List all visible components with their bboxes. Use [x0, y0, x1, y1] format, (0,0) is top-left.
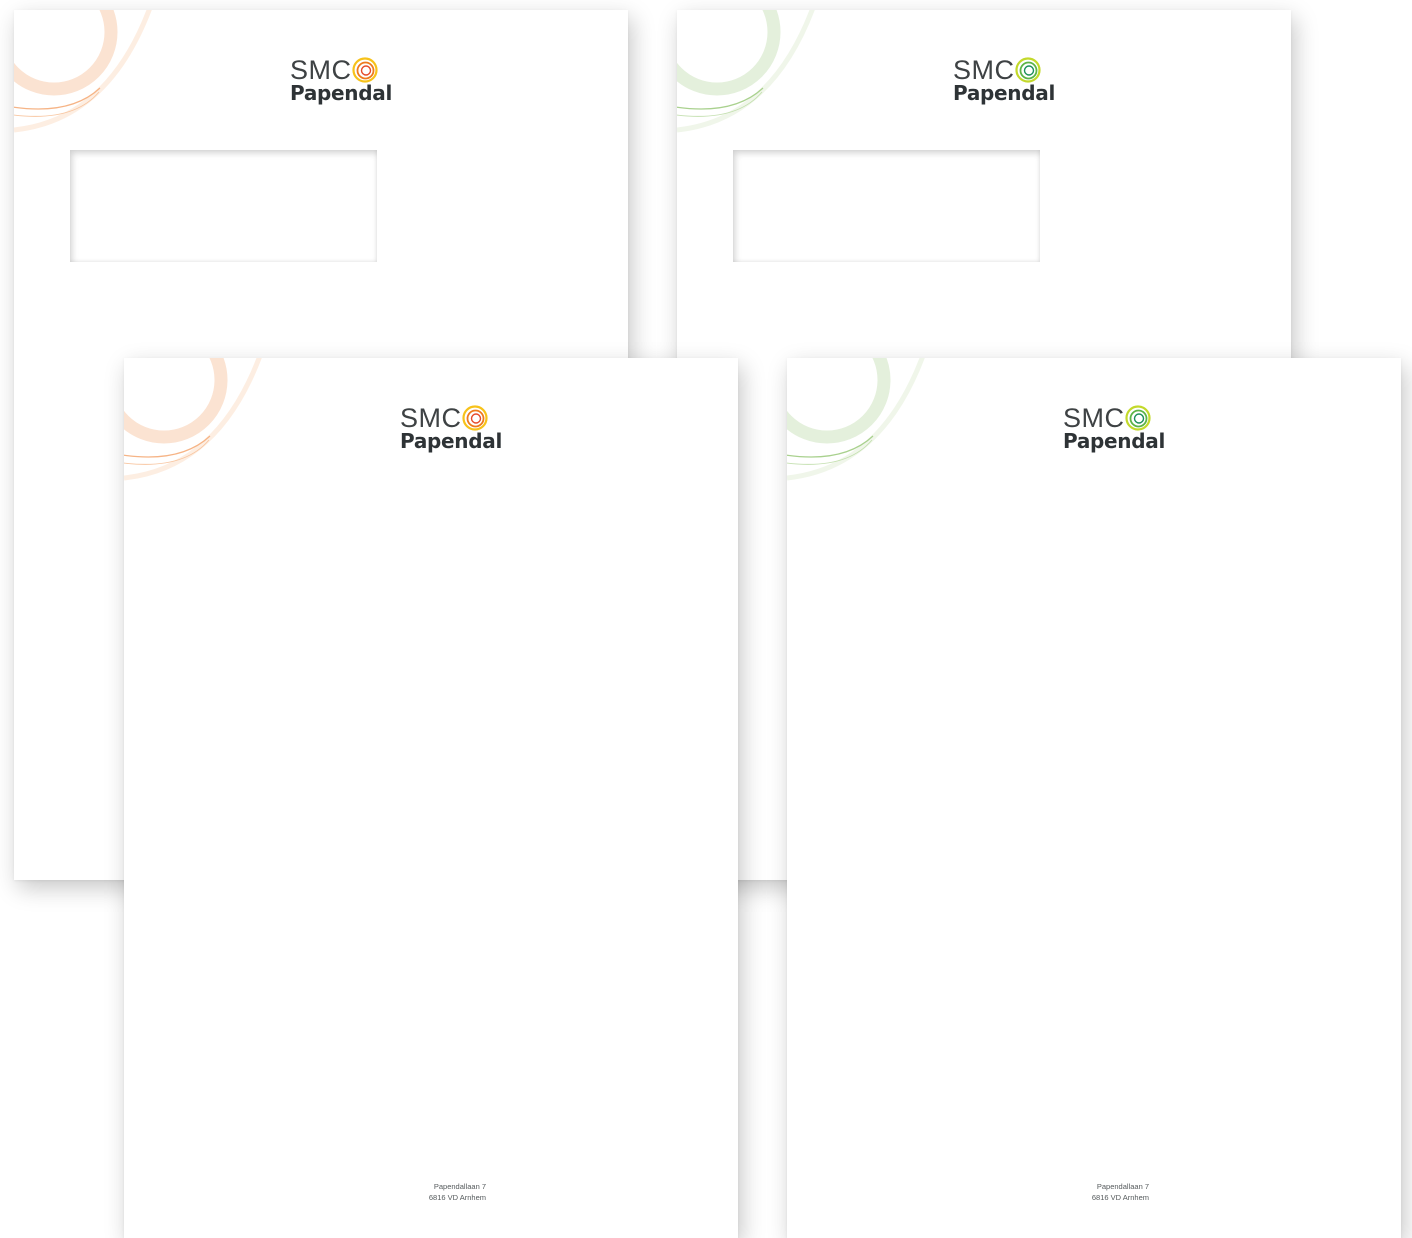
- decorative-swirl-green: [677, 10, 815, 133]
- smc-papendal-logo: SMC Papendal: [953, 55, 1055, 109]
- address-street: Papendallaan 7: [1096, 1182, 1149, 1191]
- footer-address: Papendallaan 7 6816 VD Arnhem: [274, 1181, 486, 1203]
- decorative-swirl-green: [787, 358, 925, 481]
- address-window: [70, 150, 377, 262]
- smc-papendal-logo: SMC Papendal: [400, 403, 502, 457]
- logo-papendal-text: Papendal: [400, 429, 503, 453]
- smc-papendal-logo: SMC Papendal: [290, 55, 392, 109]
- address-city: 6816 VD Arnhem: [1091, 1193, 1149, 1202]
- logo-papendal-text: Papendal: [1063, 429, 1166, 453]
- letterhead-green: SMC Papendal Papendallaan 7 6816 VD Arnh…: [787, 358, 1401, 1238]
- decorative-swirl-orange: [14, 10, 152, 133]
- logo-papendal-text: Papendal: [953, 81, 1056, 105]
- logo-papendal-text: Papendal: [290, 81, 393, 105]
- smc-papendal-logo: SMC Papendal: [1063, 403, 1165, 457]
- decorative-swirl-orange: [124, 358, 262, 481]
- address-street: Papendallaan 7: [433, 1182, 486, 1191]
- address-city: 6816 VD Arnhem: [428, 1193, 486, 1202]
- letterhead-orange: SMC Papendal Papendallaan 7 6816 VD Arnh…: [124, 358, 738, 1238]
- address-window: [733, 150, 1040, 262]
- footer-address: Papendallaan 7 6816 VD Arnhem: [937, 1181, 1149, 1203]
